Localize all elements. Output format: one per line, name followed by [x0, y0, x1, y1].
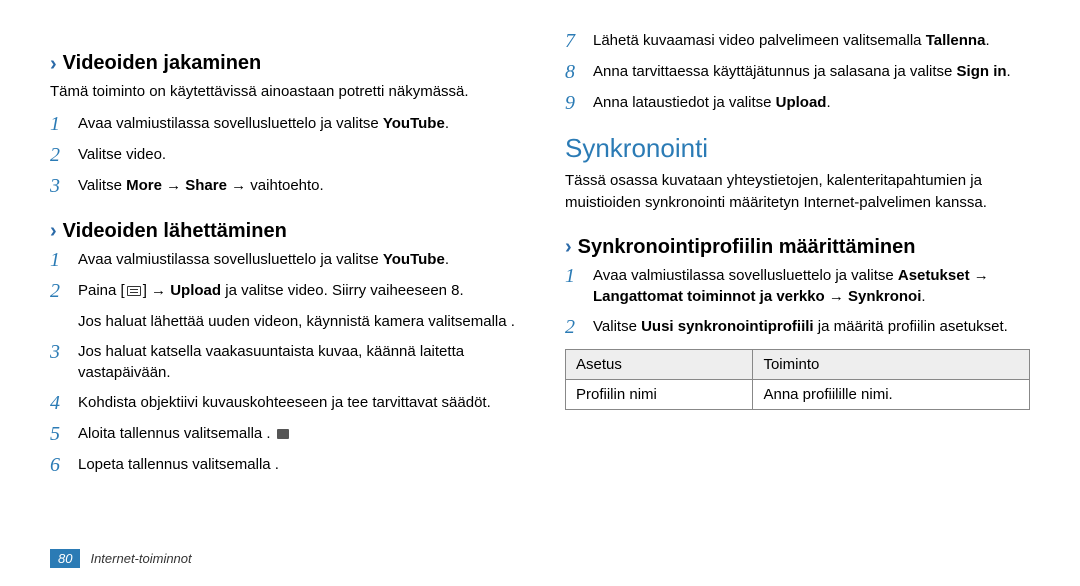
- step-body: Valitse Uusi synkronointiprofiili ja mää…: [593, 316, 1030, 338]
- page: › Videoiden jakaminen Tämä toiminto on k…: [0, 0, 1080, 586]
- step-2: 2 Paina [] → Upload ja valitse video. Si…: [50, 280, 515, 303]
- table-header-row: Asetus Toiminto: [566, 350, 1030, 380]
- step-body: Valitse video.: [78, 144, 515, 166]
- table-header-function: Toiminto: [753, 350, 1030, 380]
- step-body: Valitse More → Share → vaihtoehto.: [78, 175, 515, 197]
- steps-sending-cont: 3 Jos haluat katsella vaakasuuntaista ku…: [50, 341, 515, 478]
- table-cell-function: Anna profiilille nimi.: [753, 380, 1030, 410]
- step-1: 1 Avaa valmiustilassa sovellusluettelo j…: [50, 249, 515, 272]
- step-number: 3: [50, 341, 68, 364]
- menu-key-icon: [127, 286, 141, 296]
- step-number: 1: [50, 249, 68, 272]
- step-body: Kohdista objektiivi kuvauskohteeseen ja …: [78, 392, 515, 414]
- step-number: 5: [50, 423, 68, 446]
- step-body: Lopeta tallennus valitsemalla .: [78, 454, 515, 476]
- chevron-right-icon: ›: [50, 221, 57, 241]
- step-body: Anna lataustiedot ja valitse Upload.: [593, 92, 1030, 114]
- step-6: 6 Lopeta tallennus valitsemalla .: [50, 454, 515, 477]
- steps-sharing: 1 Avaa valmiustilassa sovellusluettelo j…: [50, 113, 515, 198]
- step-2: 2 Valitse Uusi synkronointiprofiili ja m…: [565, 316, 1030, 339]
- step-body: Lähetä kuvaamasi video palvelimeen valit…: [593, 30, 1030, 52]
- step-8: 8 Anna tarvittaessa käyttäjätunnus ja sa…: [565, 61, 1030, 84]
- step-3: 3 Jos haluat katsella vaakasuuntaista ku…: [50, 341, 515, 385]
- step-number: 2: [565, 316, 583, 339]
- table-row: Profiilin nimi Anna profiilille nimi.: [566, 380, 1030, 410]
- step-number: 2: [50, 144, 68, 167]
- step-7: 7 Lähetä kuvaamasi video palvelimeen val…: [565, 30, 1030, 53]
- subheading-sync-profile: › Synkronointiprofiilin määrittäminen: [565, 236, 1030, 259]
- step-body: Paina [] → Upload ja valitse video. Siir…: [78, 280, 515, 302]
- step-body: Avaa valmiustilassa sovellusluettelo ja …: [593, 265, 1030, 309]
- table-cell-setting: Profiilin nimi: [566, 380, 753, 410]
- heading-synkronointi: Synkronointi: [565, 133, 1030, 164]
- step-2: 2 Valitse video.: [50, 144, 515, 167]
- intro-paragraph: Tämä toiminto on käytettävissä ainoastaa…: [50, 81, 515, 103]
- settings-table: Asetus Toiminto Profiilin nimi Anna prof…: [565, 349, 1030, 410]
- subheading-text: Videoiden jakaminen: [63, 52, 262, 75]
- step-2-sub: Jos haluat lähettää uuden videon, käynni…: [78, 311, 515, 333]
- step-body: Aloita tallennus valitsemalla .: [78, 423, 515, 445]
- subheading-text: Videoiden lähettäminen: [63, 220, 287, 243]
- subheading-text: Synkronointiprofiilin määrittäminen: [578, 236, 916, 259]
- step-number: 4: [50, 392, 68, 415]
- step-1: 1 Avaa valmiustilassa sovellusluettelo j…: [50, 113, 515, 136]
- step-4: 4 Kohdista objektiivi kuvauskohteeseen j…: [50, 392, 515, 415]
- step-body: Jos haluat katsella vaakasuuntaista kuva…: [78, 341, 515, 385]
- page-number: 80: [50, 549, 80, 568]
- step-number: 6: [50, 454, 68, 477]
- step-1: 1 Avaa valmiustilassa sovellusluettelo j…: [565, 265, 1030, 309]
- sync-intro: Tässä osassa kuvataan yhteystietojen, ka…: [565, 170, 1030, 214]
- steps-sending: 1 Avaa valmiustilassa sovellusluettelo j…: [50, 249, 515, 303]
- record-icon: [277, 429, 289, 439]
- table-header-setting: Asetus: [566, 350, 753, 380]
- step-number: 7: [565, 30, 583, 53]
- step-number: 3: [50, 175, 68, 198]
- left-column: › Videoiden jakaminen Tämä toiminto on k…: [50, 30, 515, 485]
- page-footer: 80 Internet-toiminnot: [50, 549, 192, 568]
- step-body: Anna tarvittaessa käyttäjätunnus ja sala…: [593, 61, 1030, 83]
- step-9: 9 Anna lataustiedot ja valitse Upload.: [565, 92, 1030, 115]
- subheading-videoiden-jakaminen: › Videoiden jakaminen: [50, 52, 515, 75]
- step-number: 8: [565, 61, 583, 84]
- step-5: 5 Aloita tallennus valitsemalla .: [50, 423, 515, 446]
- section-title: Internet-toiminnot: [90, 551, 191, 566]
- step-3: 3 Valitse More → Share → vaihtoehto.: [50, 175, 515, 198]
- step-body: Avaa valmiustilassa sovellusluettelo ja …: [78, 249, 515, 271]
- chevron-right-icon: ›: [565, 237, 572, 257]
- step-body: Avaa valmiustilassa sovellusluettelo ja …: [78, 113, 515, 135]
- right-column: 7 Lähetä kuvaamasi video palvelimeen val…: [565, 30, 1030, 485]
- two-column-layout: › Videoiden jakaminen Tämä toiminto on k…: [50, 30, 1030, 485]
- steps-sending-right: 7 Lähetä kuvaamasi video palvelimeen val…: [565, 30, 1030, 115]
- steps-sync: 1 Avaa valmiustilassa sovellusluettelo j…: [565, 265, 1030, 340]
- step-number: 2: [50, 280, 68, 303]
- step-number: 9: [565, 92, 583, 115]
- subheading-videoiden-lahettaminen: › Videoiden lähettäminen: [50, 220, 515, 243]
- chevron-right-icon: ›: [50, 54, 57, 74]
- step-number: 1: [565, 265, 583, 288]
- step-number: 1: [50, 113, 68, 136]
